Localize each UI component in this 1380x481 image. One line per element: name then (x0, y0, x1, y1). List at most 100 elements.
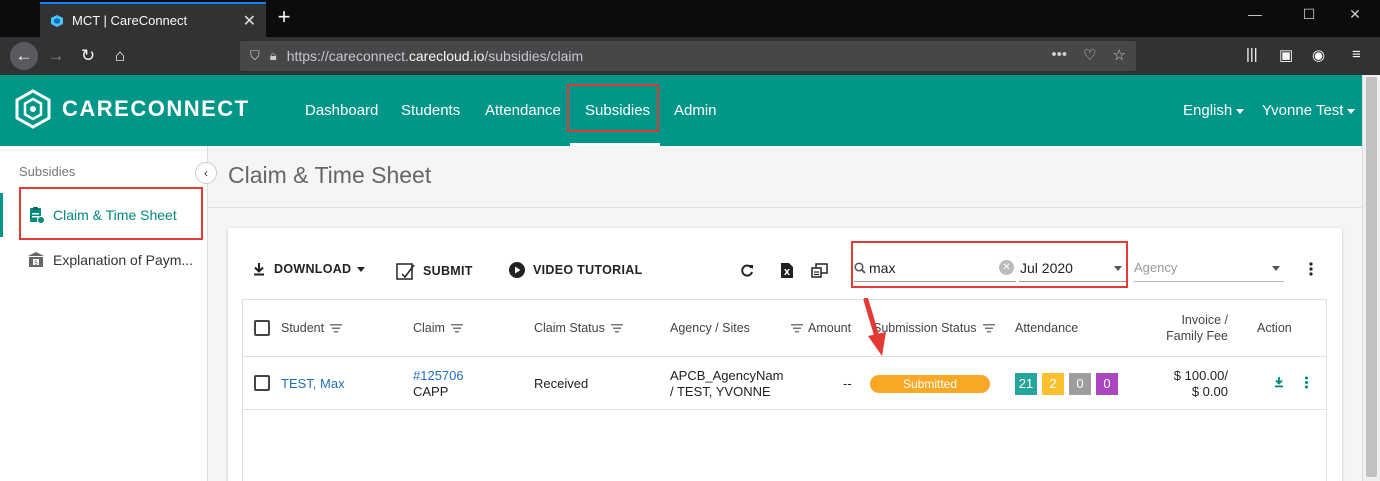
agency-placeholder: Agency (1134, 260, 1178, 275)
header-label: Action (1257, 321, 1292, 335)
column-header-claim[interactable]: Claim (413, 300, 463, 356)
agency-site: / TEST, YVONNE (670, 384, 771, 399)
header-label: Student (281, 321, 325, 335)
claims-table: Student Claim Claim Status Agency / Site… (242, 299, 1327, 481)
checkbox-submit-icon (396, 262, 415, 280)
attendance-present-badge: 21 (1015, 373, 1037, 395)
caret-down-icon (1272, 266, 1280, 271)
filter-list-icon[interactable] (450, 323, 463, 333)
column-header-agency-sites[interactable]: Agency / Sites (670, 300, 750, 356)
library-icon[interactable]: ||| (1246, 46, 1258, 63)
shield-icon[interactable]: ⛉ (250, 48, 260, 64)
student-link[interactable]: TEST, Max (281, 376, 345, 391)
url-host: carecloud.io (408, 48, 485, 64)
column-header-claim-status[interactable]: Claim Status (534, 300, 623, 356)
filter-list-icon[interactable] (791, 323, 803, 333)
download-button[interactable]: DOWNLOAD (252, 262, 366, 276)
account-icon[interactable]: ◉ (1312, 46, 1325, 64)
header-label: Agency / Sites (670, 321, 750, 335)
amount-value: -- (843, 376, 852, 391)
filter-list-icon[interactable] (330, 323, 343, 333)
video-tutorial-label: VIDEO TUTORIAL (533, 263, 643, 277)
sidebar-header: Subsidies (19, 164, 76, 179)
play-circle-icon (509, 262, 525, 278)
app-logo[interactable]: CARECONNECT (14, 89, 250, 129)
window-close-icon[interactable]: ✕ (1340, 6, 1370, 23)
home-icon[interactable]: ⌂ (108, 44, 132, 68)
column-header-action: Action (1257, 300, 1292, 356)
refresh-icon[interactable] (740, 264, 754, 278)
download-claim-icon[interactable] (1274, 376, 1284, 391)
filter-list-icon[interactable] (982, 323, 995, 333)
browser-tab-bar: MCT | CareConnect ✕ + — ☐ ✕ (0, 0, 1380, 37)
sidebar-toggle-icon[interactable]: ▣ (1279, 46, 1293, 64)
more-options-icon[interactable] (1308, 262, 1314, 276)
claim-status: Received (534, 376, 589, 391)
select-all-checkbox[interactable] (254, 320, 270, 336)
app-header: CARECONNECT Dashboard Students Attendanc… (0, 75, 1362, 146)
download-label: DOWNLOAD (274, 262, 352, 276)
row-checkbox[interactable] (254, 375, 270, 391)
excel-export-icon[interactable]: X (780, 262, 794, 279)
chevron-left-icon: ‹ (204, 166, 208, 180)
header-divider (243, 356, 1326, 357)
menu-icon[interactable]: ≡ (1352, 46, 1361, 63)
nav-students[interactable]: Students (401, 75, 460, 146)
url-bar[interactable]: ⛉ 🔒︎ https://careconnect. carecloud.io/su… (240, 41, 1136, 71)
svg-text:X: X (784, 268, 791, 277)
sidebar-item-explanation-of-payment[interactable]: $ Explanation of Paym... (0, 238, 207, 282)
claim-link[interactable]: #125706 (413, 368, 464, 383)
nav-admin[interactable]: Admin (674, 75, 717, 146)
header-label: Invoice / (1181, 313, 1228, 327)
language-dropdown[interactable]: English (1183, 75, 1245, 146)
column-header-submission-status[interactable]: Submission Status (873, 300, 995, 356)
row-divider (243, 409, 1326, 410)
column-header-invoice-family-fee[interactable]: Invoice / Family Fee (1148, 300, 1228, 356)
filter-highlight-box (851, 241, 1128, 288)
new-tab-icon[interactable]: + (272, 4, 296, 30)
nav-dashboard[interactable]: Dashboard (305, 75, 378, 146)
header-label: Attendance (1015, 321, 1079, 335)
pocket-icon[interactable]: ♡ (1083, 46, 1096, 64)
page-scrollbar[interactable] (1362, 75, 1380, 481)
user-menu[interactable]: Yvonne Test (1262, 75, 1356, 146)
page-actions-icon[interactable]: ••• (1051, 46, 1067, 64)
reload-icon[interactable]: ↻ (76, 44, 100, 68)
close-tab-icon[interactable]: ✕ (243, 11, 256, 31)
video-tutorial-button[interactable]: VIDEO TUTORIAL (509, 262, 643, 278)
agency-select[interactable]: Agency (1134, 254, 1284, 282)
url-path: /subsidies/claim (484, 48, 584, 64)
careconnect-favicon-icon (51, 14, 63, 27)
svg-text:$: $ (34, 260, 38, 267)
download-icon (252, 262, 266, 276)
submission-status-badge: Submitted (870, 375, 990, 393)
sidebar-item-label: Explanation of Paym... (53, 252, 194, 268)
lock-icon[interactable]: 🔒︎ (270, 48, 277, 64)
submit-button[interactable]: SUBMIT (396, 262, 473, 280)
page-title: Claim & Time Sheet (228, 162, 432, 188)
header-label: Claim (413, 321, 445, 335)
maximize-icon[interactable]: ☐ (1294, 6, 1324, 23)
columns-icon[interactable] (811, 263, 828, 278)
row-more-options-icon[interactable] (1304, 376, 1309, 392)
column-header-amount[interactable]: Amount (791, 300, 851, 356)
header-label: Amount (808, 321, 852, 335)
forward-arrow-icon[interactable]: → (44, 44, 68, 68)
back-arrow-icon[interactable]: ← (10, 42, 38, 70)
bookmark-star-icon[interactable]: ☆ (1113, 46, 1126, 64)
caret-down-icon (357, 266, 366, 272)
browser-tab[interactable]: MCT | CareConnect ✕ (40, 2, 266, 37)
collapse-sidebar-button[interactable]: ‹ (195, 162, 217, 184)
header-label: Family Fee (1166, 329, 1228, 343)
caret-down-icon (1347, 108, 1356, 114)
column-header-student[interactable]: Student (281, 300, 343, 356)
column-header-attendance[interactable]: Attendance (1015, 300, 1078, 356)
red-annotation-arrow-icon (863, 298, 886, 356)
nav-attendance[interactable]: Attendance (485, 75, 561, 146)
attendance-absent-badge: 2 (1042, 373, 1064, 395)
attendance-other-badge: 0 (1096, 373, 1118, 395)
minimize-icon[interactable]: — (1240, 6, 1270, 22)
filter-list-icon[interactable] (610, 323, 623, 333)
invoice-amount: $ 100.00/ (1173, 368, 1228, 383)
scrollbar-thumb[interactable] (1366, 77, 1377, 477)
